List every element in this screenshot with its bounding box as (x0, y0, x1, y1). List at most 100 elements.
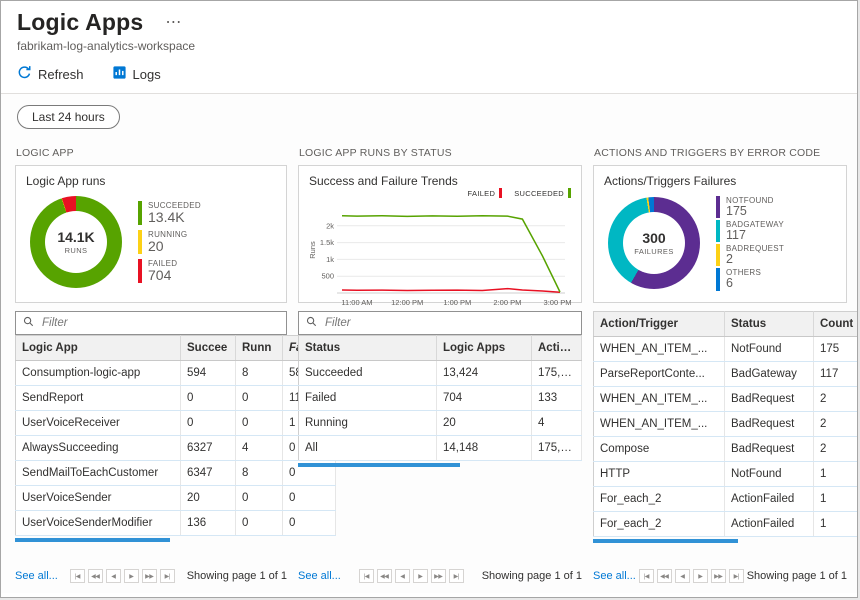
table-row[interactable]: WHEN_AN_ITEM_...BadRequest2 (594, 412, 859, 437)
table-row[interactable]: For_each_2ActionFailed1 (594, 487, 859, 512)
table-row[interactable]: Succeeded13,424175,822 (299, 361, 582, 386)
refresh-button[interactable]: Refresh (17, 65, 84, 83)
donut-legend: SUCCEEDED13.4KRUNNING20FAILED704 (138, 201, 201, 282)
column-header[interactable]: Logic Apps (437, 336, 532, 361)
pager-first-button[interactable]: |◀ (359, 569, 374, 583)
column-header[interactable]: Succee (181, 336, 236, 361)
table-row[interactable]: AlwaysSucceeding632740 (16, 436, 336, 461)
table-row[interactable]: WHEN_AN_ITEM_...NotFound175 (594, 337, 859, 362)
table-row[interactable]: UserVoiceSenderModifier13600 (16, 511, 336, 536)
svg-text:1:00 PM: 1:00 PM (443, 298, 471, 307)
legend-color-bar (716, 244, 720, 266)
pager-fast-next-button[interactable]: ▶▶ (431, 569, 446, 583)
table-cell: 2 (814, 437, 859, 462)
trend-chart-area: 5001k1.5k2k11:00 AM12:00 PM1:00 PM2:00 P… (309, 204, 571, 313)
chart-title: Actions/Triggers Failures (604, 174, 836, 188)
table-row[interactable]: Failed704133 (299, 386, 582, 411)
table-cell: HTTP (594, 462, 725, 487)
table-cell: 1 (814, 487, 859, 512)
filter-box (298, 311, 582, 335)
legend-value: 13.4K (148, 210, 201, 225)
horizontal-scrollbar-thumb[interactable] (298, 463, 460, 467)
trend-line-chart: 5001k1.5k2k11:00 AM12:00 PM1:00 PM2:00 P… (309, 204, 571, 308)
horizontal-scrollbar-thumb[interactable] (15, 538, 170, 542)
table-cell: 0 (236, 411, 283, 436)
pager-prev-button[interactable]: ◀ (395, 569, 410, 583)
table-cell: Running (299, 411, 437, 436)
pager-last-button[interactable]: ▶| (729, 569, 744, 583)
pager-last-button[interactable]: ▶| (449, 569, 464, 583)
legend-value: 117 (726, 229, 784, 242)
section-errors-by-code: ACTIONS AND TRIGGERS BY ERROR CODE Actio… (593, 145, 847, 583)
svg-text:500: 500 (321, 272, 334, 281)
legend-value: 175 (726, 205, 774, 218)
pager-next-button[interactable]: ▶ (124, 569, 139, 583)
column-header[interactable]: Status (299, 336, 437, 361)
table-row[interactable]: Consumption-logic-app5948586 (16, 361, 336, 386)
see-all-link[interactable]: See all... (15, 570, 58, 582)
table-cell: SendReport (16, 386, 181, 411)
pager-fast-next-button[interactable]: ▶▶ (711, 569, 726, 583)
table-row[interactable]: All14,148175,959 (299, 436, 582, 461)
pager-prev-button[interactable]: ◀ (675, 569, 690, 583)
donut-legend-item: OTHERS6 (716, 268, 784, 290)
filter-input[interactable] (40, 316, 279, 330)
pager-fast-prev-button[interactable]: ◀◀ (657, 569, 672, 583)
pager-next-button[interactable]: ▶ (413, 569, 428, 583)
pager-prev-button[interactable]: ◀ (106, 569, 121, 583)
grid-footer: See all... |◀◀◀◀▶▶▶▶| Showing page 1 of … (15, 563, 287, 583)
table-cell: For_each_2 (594, 512, 725, 537)
page-header: Logic Apps ⋯ fabrikam-log-analytics-work… (1, 1, 857, 93)
legend-value: 704 (148, 268, 177, 283)
table-cell: NotFound (725, 337, 814, 362)
table-cell: 4 (236, 436, 283, 461)
pager-first-button[interactable]: |◀ (70, 569, 85, 583)
column-header[interactable]: Count (814, 312, 859, 337)
table-row[interactable]: WHEN_AN_ITEM_...BadRequest2 (594, 387, 859, 412)
donut-center-label: FAILURES (634, 247, 673, 256)
column-header[interactable]: Logic App (16, 336, 181, 361)
search-icon (23, 314, 34, 332)
table-row[interactable]: ComposeBadRequest2 (594, 437, 859, 462)
pager-fast-next-button[interactable]: ▶▶ (142, 569, 157, 583)
table-cell: 8 (236, 361, 283, 386)
chart-legend: FAILEDSUCCEEDED (468, 188, 571, 198)
table-cell: 0 (236, 386, 283, 411)
pager-fast-prev-button[interactable]: ◀◀ (88, 569, 103, 583)
table-cell: 2 (814, 387, 859, 412)
column-header[interactable]: Runn (236, 336, 283, 361)
pager-fast-prev-button[interactable]: ◀◀ (377, 569, 392, 583)
column-header[interactable]: Status (725, 312, 814, 337)
donut-center: 14.1K RUNS (45, 211, 107, 273)
column-header[interactable]: Action/Trigger (594, 312, 725, 337)
time-range-button[interactable]: Last 24 hours (17, 105, 120, 129)
table-row[interactable]: SendReport00117 (16, 386, 336, 411)
horizontal-scrollbar-thumb[interactable] (593, 539, 738, 543)
table-row[interactable]: HTTPNotFound1 (594, 462, 859, 487)
pager-first-button[interactable]: |◀ (639, 569, 654, 583)
table-row[interactable]: SendMailToEachCustomer634780 (16, 461, 336, 486)
column-header[interactable]: Actions (532, 336, 582, 361)
filter-input[interactable] (323, 316, 574, 330)
pager-last-button[interactable]: ▶| (160, 569, 175, 583)
search-icon (306, 314, 317, 332)
see-all-link[interactable]: See all... (298, 570, 341, 582)
table-row[interactable]: Running204 (299, 411, 582, 436)
legend-value: 20 (148, 239, 187, 254)
pager-next-button[interactable]: ▶ (693, 569, 708, 583)
table-cell: Consumption-logic-app (16, 361, 181, 386)
table-cell: BadGateway (725, 362, 814, 387)
table-row[interactable]: ParseReportConte...BadGateway117 (594, 362, 859, 387)
table-row[interactable]: UserVoiceSender2000 (16, 486, 336, 511)
section-label: ACTIONS AND TRIGGERS BY ERROR CODE (594, 147, 847, 159)
table-row[interactable]: For_each_2ActionFailed1 (594, 512, 859, 537)
table-row[interactable]: UserVoiceReceiver001 (16, 411, 336, 436)
table-cell: 133 (532, 386, 582, 411)
see-all-link[interactable]: See all... (593, 570, 636, 582)
table-cell: ActionFailed (725, 512, 814, 537)
table-cell: 1 (814, 512, 859, 537)
more-options-icon[interactable]: ⋯ (165, 15, 181, 31)
logs-button[interactable]: Logs (112, 65, 161, 83)
logs-label: Logs (133, 67, 161, 82)
legend-color-bar (138, 201, 142, 225)
